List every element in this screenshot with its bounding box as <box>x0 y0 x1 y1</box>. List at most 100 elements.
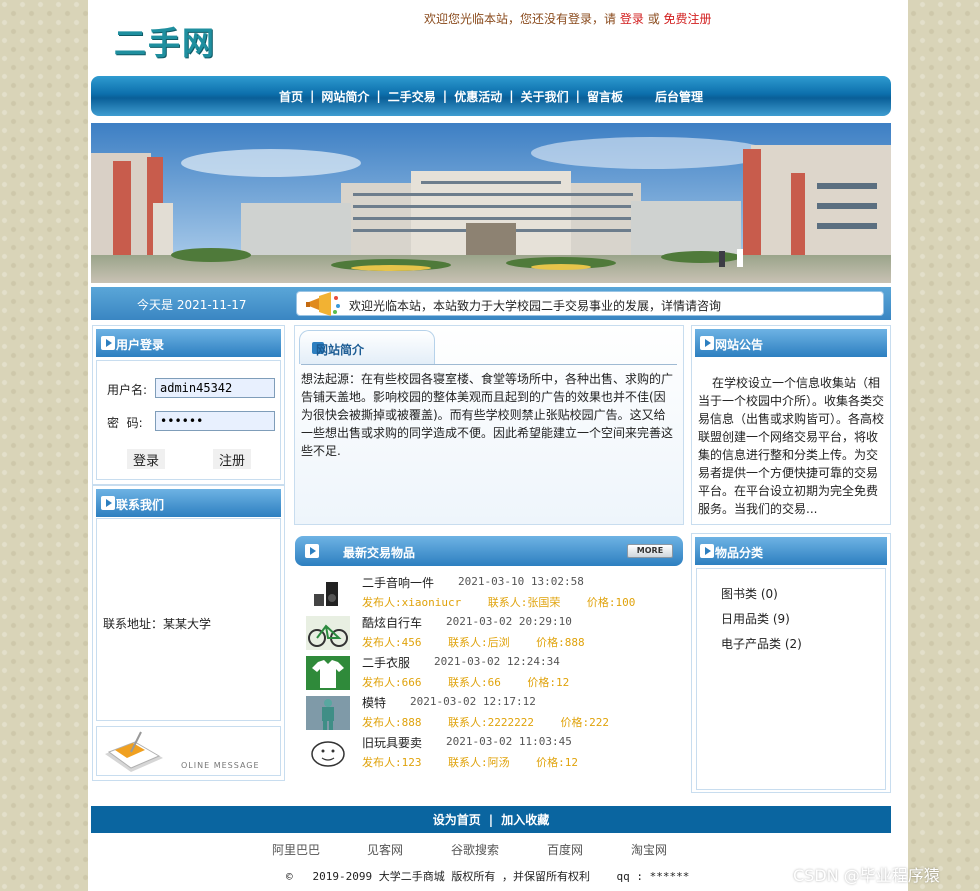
item-publisher: 发布人:888 <box>362 716 422 729</box>
item-meta: 发布人:456 联系人:后浏 价格:888 <box>362 634 585 650</box>
item-price: 价格:12 <box>527 676 570 689</box>
friend-link-alibaba[interactable]: 阿里巴巴 <box>272 841 320 858</box>
nav-item-admin[interactable]: 后台管理 <box>648 88 710 105</box>
password-label: 密 码: <box>107 416 143 430</box>
friend-link-baidu[interactable]: 百度网 <box>547 841 583 858</box>
online-message-banner[interactable]: OLINE MESSAGE <box>96 726 281 776</box>
item-time: 2021-03-02 20:29:10 <box>446 615 572 628</box>
item-name[interactable]: 模特 <box>362 694 386 711</box>
login-form: 用户名: 密 码: 登录 注册 <box>96 360 281 480</box>
item-meta: 发布人:666 联系人:66 价格:12 <box>362 674 569 690</box>
login-link[interactable]: 登录 <box>620 12 644 26</box>
notice-panel: 网站公告 在学校设立一个信息收集站（相当于一个校园中介所）。收集各类交易信息（出… <box>691 325 891 525</box>
campus-banner <box>91 123 891 283</box>
item-name[interactable]: 二手音响一件 <box>362 574 434 591</box>
footer-bar: 设为首页 | 加入收藏 <box>91 806 891 833</box>
qq-text: qq : ****** <box>616 870 690 883</box>
register-link[interactable]: 免费注册 <box>664 12 712 26</box>
nav-item-about-site[interactable]: 网站简介 <box>314 88 376 105</box>
more-button[interactable]: MORE <box>627 544 673 558</box>
nav-item-home[interactable]: 首页 <box>272 88 310 105</box>
item-meta: 发布人:123 联系人:阿汤 价格:12 <box>362 754 578 770</box>
copyright-text: 2019-2099 大学二手商城 版权所有 ，并保留所有权利 <box>312 870 590 883</box>
item-contact: 联系人:阿汤 <box>448 756 510 769</box>
item-publisher: 发布人:456 <box>362 636 422 649</box>
contact-panel: 联系我们 联系地址：某某大学 OLINE MESSAGE <box>92 485 285 781</box>
list-item[interactable]: 酷炫自行车 2021-03-02 20:29:10 发布人:456 联系人:后浏… <box>306 614 686 652</box>
welcome-text: 欢迎您光临本站，您还没有登录，请 <box>424 12 617 26</box>
bicycle-icon <box>306 616 350 650</box>
copyright-symbol: © <box>286 870 293 883</box>
contact-panel-title: 联系我们 <box>116 498 165 512</box>
mannequin-icon <box>306 696 350 730</box>
message-card-icon <box>105 731 163 772</box>
arrow-icon <box>101 496 115 510</box>
shirt-icon <box>306 656 350 690</box>
category-list: 图书类 (0) 日用品类 (9) 电子产品类 (2) <box>696 568 886 790</box>
item-price: 价格:100 <box>586 596 636 609</box>
item-thumbnail[interactable] <box>306 736 350 770</box>
item-name[interactable]: 二手衣服 <box>362 654 410 671</box>
item-time: 2021-03-02 12:17:12 <box>410 695 536 708</box>
item-name[interactable]: 旧玩具要卖 <box>362 734 422 751</box>
list-item[interactable]: 二手音响一件 2021-03-10 13:02:58 发布人:xiaoniucr… <box>306 574 686 612</box>
speaker-icon <box>306 576 350 610</box>
item-contact: 联系人:66 <box>448 676 501 689</box>
contact-body: 联系地址：某某大学 <box>96 518 281 721</box>
nav-item-about-us[interactable]: 关于我们 <box>514 88 576 105</box>
username-label: 用户名: <box>107 383 148 397</box>
notice-body: 在学校设立一个信息收集站（相当于一个校园中介所）。收集各类交易信息（出售或求购皆… <box>698 376 885 516</box>
nav-item-trade[interactable]: 二手交易 <box>381 88 443 105</box>
password-input[interactable] <box>155 411 275 431</box>
item-publisher: 发布人:666 <box>362 676 422 689</box>
username-input[interactable] <box>155 378 275 398</box>
marquee-notice: 欢迎光临本站，本站致力于大学校园二手交易事业的发展，详情请咨询 <box>296 291 884 316</box>
item-thumbnail[interactable] <box>306 576 350 610</box>
info-bar: 今天是 2021-11-17 欢迎光临本站，本站致力于大学校园二手交易事业的发展… <box>91 287 891 320</box>
or-text: 或 <box>647 12 660 26</box>
login-panel-header: 用户登录 <box>96 329 281 357</box>
friend-link-taobao[interactable]: 淘宝网 <box>631 841 667 858</box>
category-item-books[interactable]: 图书类 (0) <box>721 585 778 602</box>
campus-photo <box>91 123 891 283</box>
login-panel: 用户登录 用户名: 密 码: 登录 注册 <box>92 325 285 485</box>
site-logo[interactable]: 二手网 <box>114 18 216 64</box>
item-thumbnail[interactable] <box>306 656 350 690</box>
arrow-icon <box>305 544 319 558</box>
megaphone-icon <box>306 292 340 316</box>
list-item[interactable]: 旧玩具要卖 2021-03-02 11:03:45 发布人:123 联系人:阿汤… <box>306 734 686 772</box>
item-thumbnail[interactable] <box>306 696 350 730</box>
item-publisher: 发布人:xiaoniucr <box>362 596 462 609</box>
item-time: 2021-03-02 11:03:45 <box>446 735 572 748</box>
online-message-text: OLINE MESSAGE <box>181 761 260 770</box>
intro-tab: 网站简介 <box>299 330 435 364</box>
item-price: 价格:888 <box>536 636 585 649</box>
toy-icon <box>306 736 350 770</box>
friend-link-google[interactable]: 谷歌搜索 <box>451 841 499 858</box>
notice-panel-header: 网站公告 <box>695 329 887 357</box>
item-time: 2021-03-10 13:02:58 <box>458 575 584 588</box>
category-panel-header: 物品分类 <box>695 537 887 565</box>
category-panel: 物品分类 图书类 (0) 日用品类 (9) 电子产品类 (2) <box>691 533 891 793</box>
today-date: 今天是 2021-11-17 <box>137 298 247 312</box>
notice-text: 欢迎光临本站，本站致力于大学校园二手交易事业的发展，详情请咨询 <box>349 299 722 313</box>
contact-address: 联系地址：某某大学 <box>103 617 212 631</box>
set-home-link[interactable]: 设为首页 <box>433 811 481 828</box>
friend-link-jianke[interactable]: 见客网 <box>367 841 403 858</box>
item-name[interactable]: 酷炫自行车 <box>362 614 422 631</box>
nav-item-promotions[interactable]: 优惠活动 <box>447 88 509 105</box>
list-item[interactable]: 二手衣服 2021-03-02 12:24:34 发布人:666 联系人:66 … <box>306 654 686 692</box>
divider <box>301 364 677 365</box>
category-item-electronics[interactable]: 电子产品类 (2) <box>721 635 802 652</box>
add-favorite-link[interactable]: 加入收藏 <box>501 811 549 828</box>
register-button[interactable]: 注册 <box>213 449 252 469</box>
category-item-daily[interactable]: 日用品类 (9) <box>721 610 790 627</box>
item-contact: 联系人:张国荣 <box>487 596 561 609</box>
login-button[interactable]: 登录 <box>127 449 166 469</box>
list-item[interactable]: 模特 2021-03-02 12:17:12 发布人:888 联系人:22222… <box>306 694 686 732</box>
item-thumbnail[interactable] <box>306 616 350 650</box>
nav-item-guestbook[interactable]: 留言板 <box>580 88 630 105</box>
intro-panel-title: 网站简介 <box>316 343 365 357</box>
page-container: 二手网 欢迎您光临本站，您还没有登录，请 登录 或 免费注册 首页 | 网站简介… <box>88 0 908 891</box>
intro-panel: 网站简介 想法起源：在有些校园各寝室楼、食堂等场所中，各种出售、求购的广告铺天盖… <box>294 325 684 525</box>
